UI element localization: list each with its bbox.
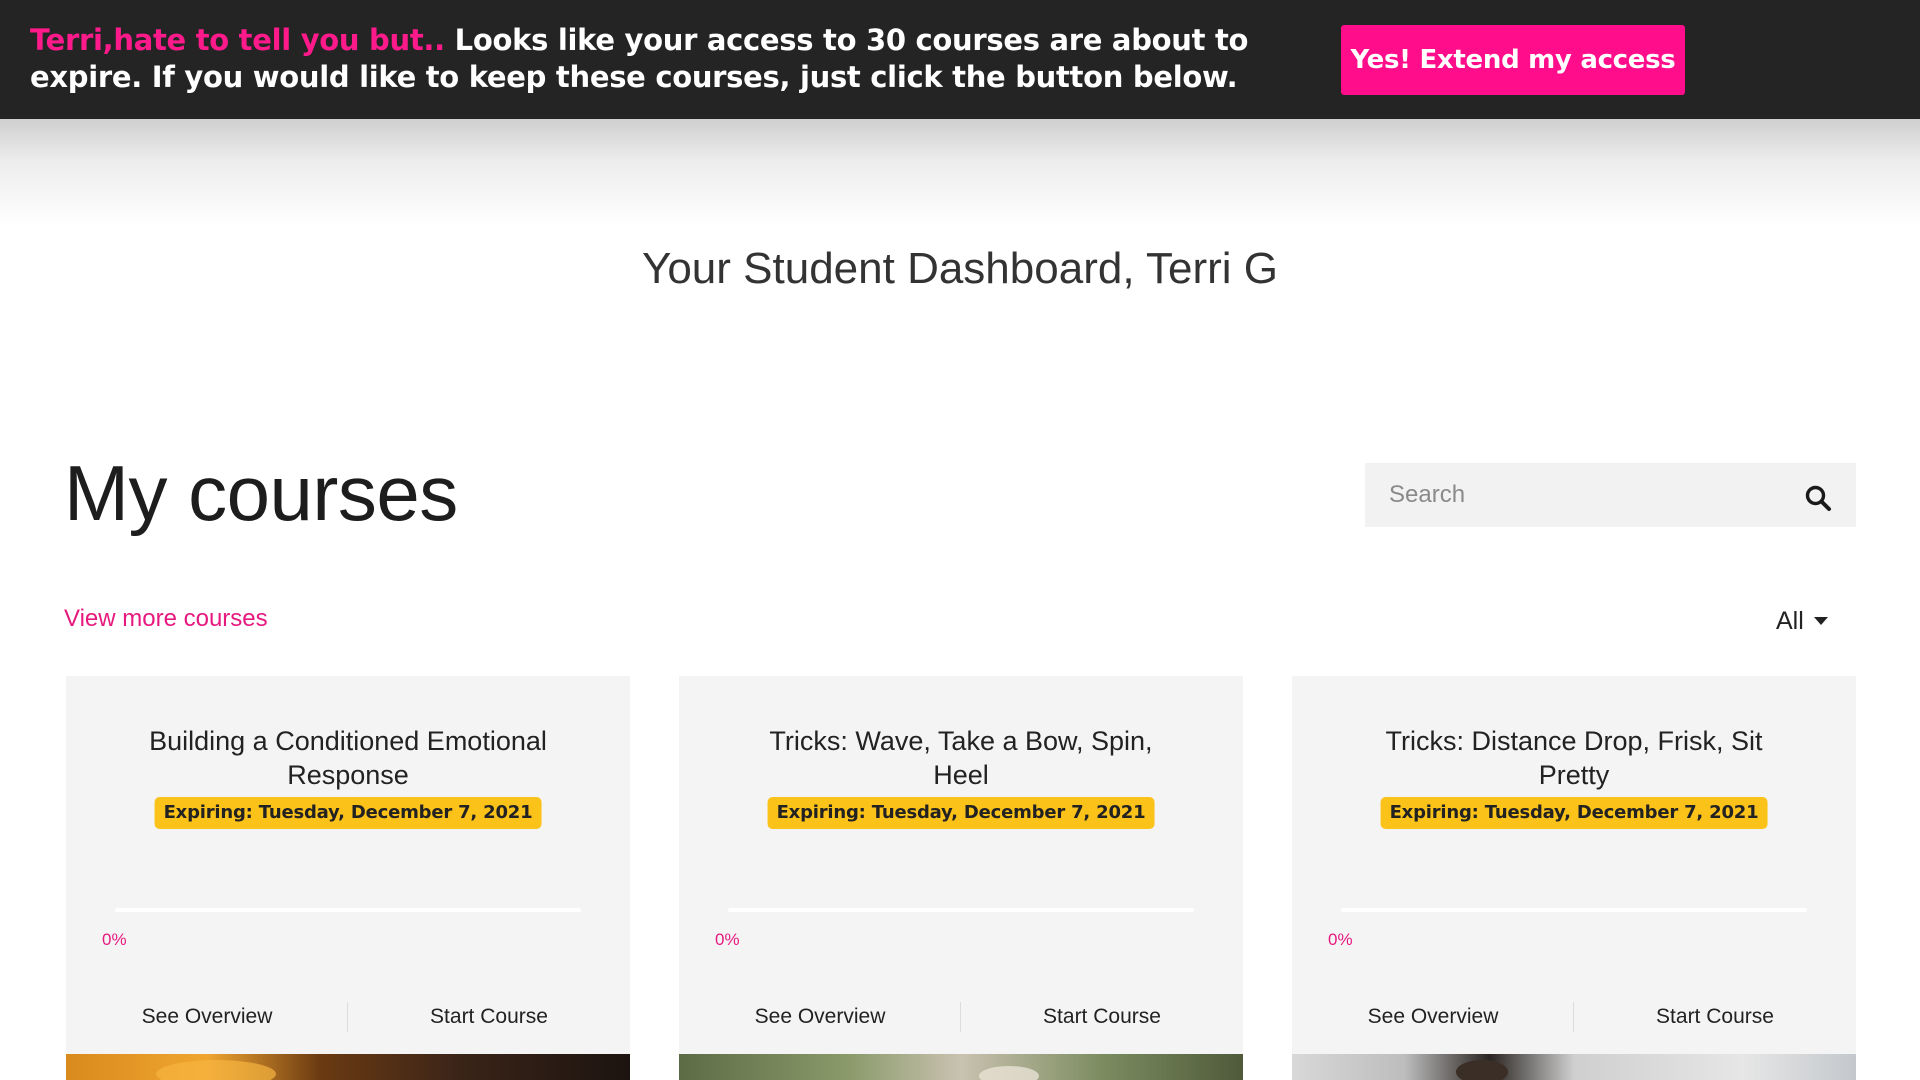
- caret-down-icon: [1813, 617, 1828, 625]
- banner-highlight: Terri,hate to tell you but..: [30, 23, 445, 57]
- course-card: Building a Conditioned Emotional Respons…: [66, 676, 630, 1080]
- progress-bar: [115, 908, 581, 912]
- course-thumbnail[interactable]: [679, 1054, 1243, 1080]
- progress-percent: 0%: [715, 930, 740, 949]
- card-actions: See Overview Start Course: [66, 994, 630, 1040]
- expiring-badge: Expiring: Tuesday, December 7, 2021: [767, 797, 1155, 829]
- course-title[interactable]: Building a Conditioned Emotional Respons…: [126, 724, 570, 792]
- card-actions: See Overview Start Course: [679, 994, 1243, 1040]
- search-icon[interactable]: [1804, 484, 1832, 512]
- progress-bar: [1341, 908, 1807, 912]
- expiring-badge: Expiring: Tuesday, December 7, 2021: [1380, 797, 1768, 829]
- page-title: Your Student Dashboard, Terri G: [642, 244, 1278, 293]
- see-overview-button[interactable]: See Overview: [1292, 994, 1574, 1040]
- expiry-banner: Terri,hate to tell you but.. Looks like …: [0, 0, 1920, 119]
- banner-message: Terri,hate to tell you but.. Looks like …: [30, 22, 1290, 96]
- course-title[interactable]: Tricks: Distance Drop, Frisk, Sit Pretty: [1352, 724, 1796, 792]
- start-course-button[interactable]: Start Course: [1574, 994, 1856, 1040]
- course-thumbnail[interactable]: [1292, 1054, 1856, 1080]
- start-course-button[interactable]: Start Course: [961, 994, 1243, 1040]
- banner-shadow: [0, 119, 1920, 227]
- search-input[interactable]: [1365, 463, 1785, 527]
- course-card: Tricks: Wave, Take a Bow, Spin, Heel Exp…: [679, 676, 1243, 1080]
- see-overview-button[interactable]: See Overview: [66, 994, 348, 1040]
- course-title[interactable]: Tricks: Wave, Take a Bow, Spin, Heel: [739, 724, 1183, 792]
- card-actions: See Overview Start Course: [1292, 994, 1856, 1040]
- extend-access-button[interactable]: Yes! Extend my access: [1341, 25, 1685, 95]
- filter-selected-value: All: [1776, 606, 1804, 635]
- view-more-courses-link[interactable]: View more courses: [64, 605, 268, 633]
- expiring-badge: Expiring: Tuesday, December 7, 2021: [154, 797, 542, 829]
- progress-percent: 0%: [1328, 930, 1353, 949]
- search-box: [1365, 463, 1856, 527]
- course-card: Tricks: Distance Drop, Frisk, Sit Pretty…: [1292, 676, 1856, 1080]
- course-thumbnail[interactable]: [66, 1054, 630, 1080]
- course-filter-dropdown[interactable]: All: [1776, 605, 1828, 637]
- my-courses-heading: My courses: [64, 449, 458, 537]
- start-course-button[interactable]: Start Course: [348, 994, 630, 1040]
- progress-percent: 0%: [102, 930, 127, 949]
- see-overview-button[interactable]: See Overview: [679, 994, 961, 1040]
- progress-bar: [728, 908, 1194, 912]
